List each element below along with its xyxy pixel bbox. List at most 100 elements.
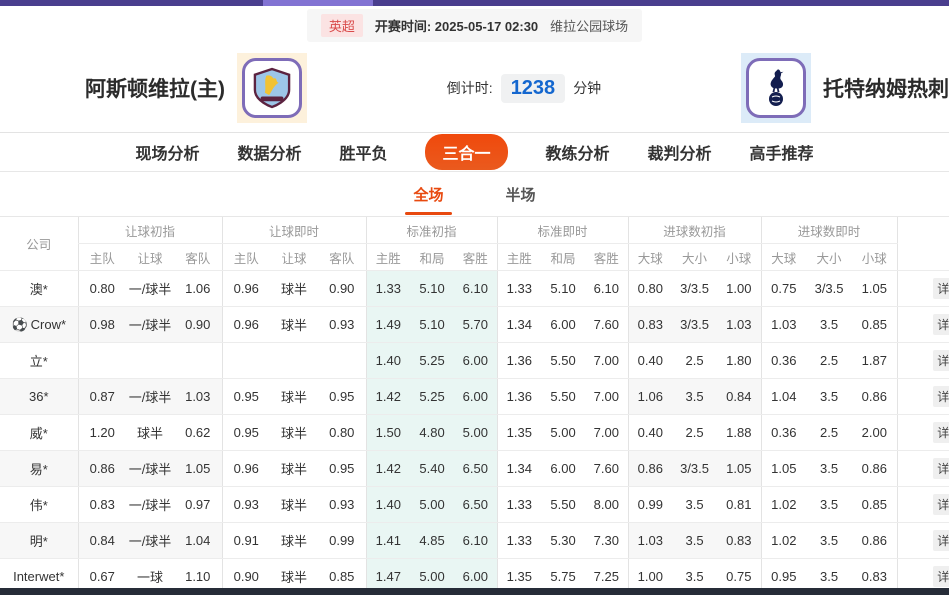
odds-cell-goals-initial: 3/3.5 <box>672 271 717 307</box>
scrollbar-thumb[interactable] <box>263 0 373 6</box>
odds-cell-standard-initial: 5.70 <box>454 307 497 343</box>
odds-cell-standard-live: 1.33 <box>497 523 541 559</box>
odds-cell-handicap-live <box>318 343 366 379</box>
detail-button[interactable]: 详 <box>933 494 949 515</box>
sub-header-goals-live-0: 大球 <box>761 244 806 271</box>
group-header-goals-initial: 进球数初指 <box>628 217 761 244</box>
table-row: 伟*0.83一/球半0.970.93球半0.931.405.006.501.33… <box>0 487 949 523</box>
odds-cell-goals-live: 2.00 <box>852 415 897 451</box>
odds-cell-standard-initial: 5.40 <box>410 451 454 487</box>
table-row: ⚽Crow*0.98一/球半0.900.96球半0.931.495.105.70… <box>0 307 949 343</box>
detail-button[interactable]: 详 <box>933 386 949 407</box>
odds-table-container: 公司让球初指让球即时标准初指标准即时进球数初指进球数即时历主队让球客队主队让球客… <box>0 216 949 595</box>
detail-button[interactable]: 详 <box>933 566 949 587</box>
odds-cell-handicap-initial: 1.04 <box>174 523 222 559</box>
tab-three-in-one[interactable]: 三合一 <box>425 134 507 170</box>
company-cell[interactable]: ⚽Crow* <box>0 307 78 343</box>
detail-button[interactable]: 详 <box>933 422 949 443</box>
odds-cell-goals-initial: 3.5 <box>672 523 717 559</box>
company-cell[interactable]: 澳* <box>0 271 78 307</box>
odds-cell-goals-live: 3.5 <box>806 451 852 487</box>
odds-cell-standard-live: 7.60 <box>585 307 628 343</box>
odds-cell-handicap-initial: 一/球半 <box>126 487 174 523</box>
match-header: 阿斯顿维拉(主) 倒计时: 1238 分钟 托特纳姆热刺 <box>0 44 949 133</box>
odds-cell-standard-initial: 5.10 <box>410 307 454 343</box>
group-header-standard-initial: 标准初指 <box>366 217 497 244</box>
company-cell[interactable]: 36* <box>0 379 78 415</box>
tab-expert-picks[interactable]: 高手推荐 <box>750 140 814 164</box>
odds-cell-goals-live: 0.75 <box>761 271 806 307</box>
tab-coach-analysis[interactable]: 教练分析 <box>546 140 610 164</box>
subtab-half-time[interactable]: 半场 <box>504 176 538 213</box>
detail-button[interactable]: 详 <box>933 530 949 551</box>
odds-cell-handicap-live: 0.96 <box>222 271 270 307</box>
detail-button[interactable]: 详 <box>933 350 949 371</box>
row-actions-cell: 详统 <box>897 379 949 415</box>
odds-cell-goals-initial: 0.40 <box>628 415 672 451</box>
odds-cell-standard-live: 7.30 <box>585 523 628 559</box>
tab-win-draw-lose[interactable]: 胜平负 <box>339 140 387 164</box>
detail-button[interactable]: 详 <box>933 278 949 299</box>
sub-header-handicap-initial-2: 客队 <box>174 244 222 271</box>
odds-cell-goals-initial: 0.81 <box>717 487 761 523</box>
odds-cell-handicap-live: 0.80 <box>318 415 366 451</box>
odds-cell-standard-initial: 6.00 <box>454 343 497 379</box>
table-row: 易*0.86一/球半1.050.96球半0.951.425.406.501.34… <box>0 451 949 487</box>
odds-cell-standard-live: 7.00 <box>585 379 628 415</box>
tab-referee-analysis[interactable]: 裁判分析 <box>648 140 712 164</box>
bottom-scroll-bar[interactable] <box>0 588 949 595</box>
odds-cell-handicap-initial: 一/球半 <box>126 307 174 343</box>
sub-header-standard-initial-1: 和局 <box>410 244 454 271</box>
home-team-name: 阿斯顿维拉(主) <box>85 73 225 103</box>
odds-cell-standard-initial: 6.10 <box>454 523 497 559</box>
odds-cell-handicap-initial <box>174 343 222 379</box>
detail-button[interactable]: 详 <box>933 458 949 479</box>
odds-cell-goals-initial: 0.83 <box>628 307 672 343</box>
odds-cell-standard-initial: 6.50 <box>454 487 497 523</box>
odds-cell-standard-live: 1.33 <box>497 487 541 523</box>
odds-cell-standard-initial: 5.25 <box>410 343 454 379</box>
odds-cell-goals-live: 2.5 <box>806 343 852 379</box>
odds-cell-handicap-live: 球半 <box>270 523 318 559</box>
row-actions-cell: 详统 <box>897 271 949 307</box>
subtab-full-time[interactable]: 全场 <box>411 176 445 213</box>
odds-cell-standard-initial: 1.42 <box>366 379 410 415</box>
odds-cell-handicap-live: 0.95 <box>318 451 366 487</box>
group-header-handicap-live: 让球即时 <box>222 217 366 244</box>
odds-cell-standard-live: 8.00 <box>585 487 628 523</box>
detail-button[interactable]: 详 <box>933 314 949 335</box>
tab-live-analysis[interactable]: 现场分析 <box>135 140 199 164</box>
company-cell[interactable]: 明* <box>0 523 78 559</box>
odds-cell-standard-live: 5.50 <box>541 379 585 415</box>
countdown-unit: 分钟 <box>573 78 601 98</box>
away-team-name: 托特纳姆热刺 <box>823 73 949 103</box>
odds-cell-handicap-initial: 1.20 <box>78 415 126 451</box>
odds-cell-standard-live: 1.34 <box>497 451 541 487</box>
sub-header-handicap-live-0: 主队 <box>222 244 270 271</box>
odds-cell-handicap-live: 0.95 <box>222 415 270 451</box>
odds-cell-handicap-initial: 1.06 <box>174 271 222 307</box>
kickoff-value: 2025-05-17 02:30 <box>435 19 538 34</box>
company-cell[interactable]: 威* <box>0 415 78 451</box>
company-cell[interactable]: 立* <box>0 343 78 379</box>
kickoff-label: 开赛时间: <box>375 19 431 34</box>
odds-cell-standard-live: 5.50 <box>541 343 585 379</box>
company-cell[interactable]: 易* <box>0 451 78 487</box>
odds-cell-goals-live: 3.5 <box>806 487 852 523</box>
odds-cell-goals-initial: 0.99 <box>628 487 672 523</box>
tab-data-analysis[interactable]: 数据分析 <box>237 140 301 164</box>
row-actions-cell: 详统 <box>897 523 949 559</box>
odds-cell-handicap-live: 球半 <box>270 415 318 451</box>
odds-cell-handicap-live: 球半 <box>270 307 318 343</box>
table-row: 36*0.87一/球半1.030.95球半0.951.425.256.001.3… <box>0 379 949 415</box>
table-row: 威*1.20球半0.620.95球半0.801.504.805.001.355.… <box>0 415 949 451</box>
period-subtabs: 全场 半场 <box>0 172 949 216</box>
row-actions-cell: 详统 <box>897 487 949 523</box>
odds-cell-standard-initial: 6.50 <box>454 451 497 487</box>
odds-cell-standard-live: 6.10 <box>585 271 628 307</box>
kickoff-time: 开赛时间: 2025-05-17 02:30 <box>375 16 538 35</box>
odds-cell-handicap-initial: 0.87 <box>78 379 126 415</box>
odds-cell-goals-live: 1.02 <box>761 487 806 523</box>
company-cell[interactable]: 伟* <box>0 487 78 523</box>
odds-cell-goals-live: 1.87 <box>852 343 897 379</box>
